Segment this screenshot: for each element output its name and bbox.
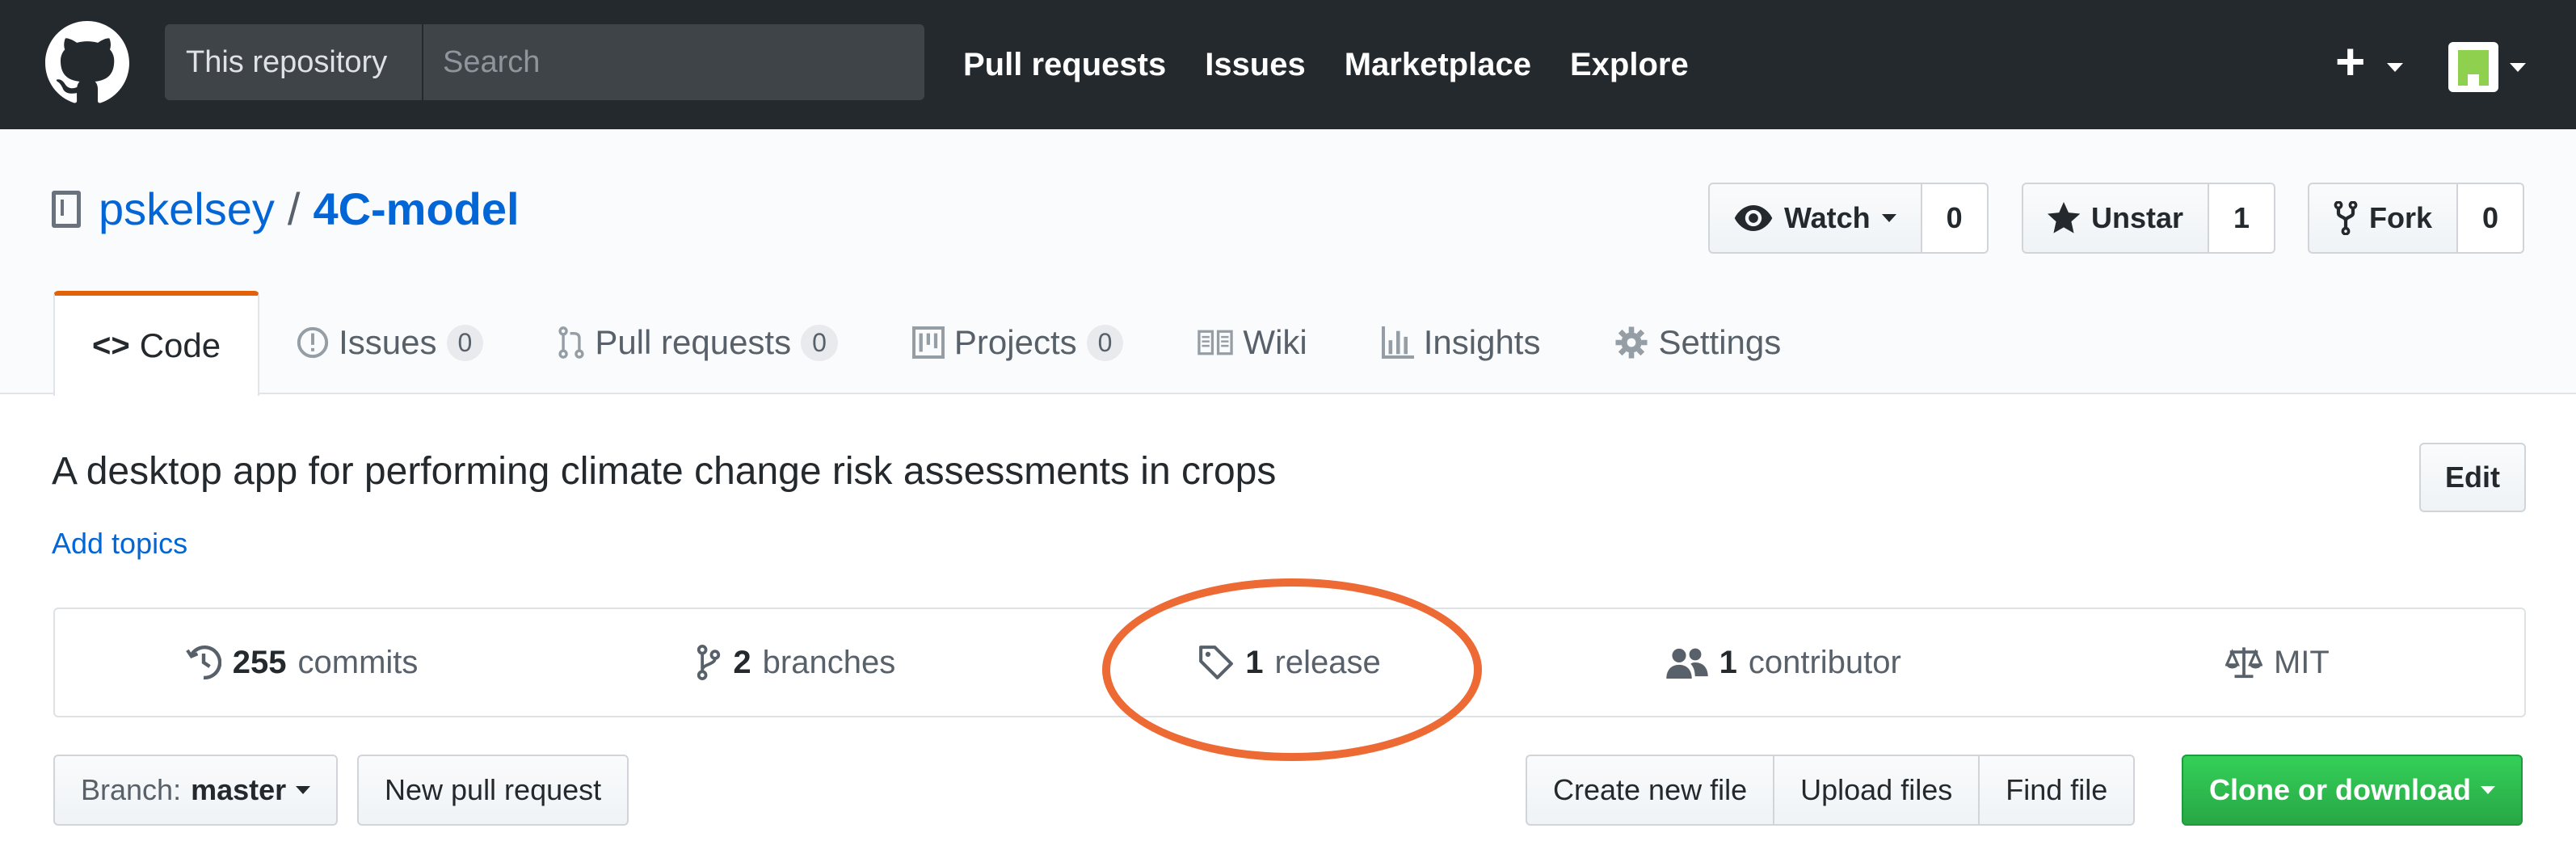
- avatar[interactable]: [2448, 42, 2498, 92]
- contributors-stat[interactable]: 1 contributor: [1537, 609, 2031, 716]
- branch-select-menu: Branch: master: [53, 755, 339, 826]
- tab-code[interactable]: <> Code: [53, 291, 260, 396]
- branches-count: 2: [733, 644, 751, 680]
- license-label: MIT: [2273, 644, 2330, 680]
- new-pull-request-wrap: New pull request: [357, 755, 629, 826]
- contributors-count: 1: [1719, 644, 1737, 680]
- eye-icon: [1734, 205, 1773, 231]
- clone-or-download-button[interactable]: Clone or download: [2182, 755, 2523, 826]
- tab-settings[interactable]: Settings: [1577, 291, 1818, 394]
- branches-stat[interactable]: 2 branches: [549, 609, 1042, 716]
- upload-files-button[interactable]: Upload files: [1774, 755, 1980, 826]
- new-pull-request-button[interactable]: New pull request: [357, 755, 629, 826]
- watch-count[interactable]: 0: [1921, 183, 1989, 254]
- star-count[interactable]: 1: [2209, 183, 2276, 254]
- tab-label: Issues: [339, 323, 437, 361]
- unstar-label: Unstar: [2091, 201, 2184, 234]
- branch-caret-icon: [296, 786, 311, 794]
- nav-explore[interactable]: Explore: [1570, 47, 1689, 83]
- tab-wiki[interactable]: Wiki: [1160, 291, 1344, 394]
- star-icon: [2048, 202, 2080, 233]
- fork-icon: [2334, 201, 2358, 235]
- license-stat[interactable]: MIT: [2031, 609, 2524, 716]
- repo-icon: [52, 190, 81, 228]
- people-icon: [1665, 648, 1708, 679]
- repo-name-link[interactable]: 4C-model: [313, 183, 519, 235]
- global-header: This repository Pull requests Issues Mar…: [0, 0, 2576, 129]
- unstar-button[interactable]: Unstar: [2022, 183, 2210, 254]
- watch-group: Watch 0: [1708, 183, 1989, 254]
- fork-group: Fork 0: [2308, 183, 2525, 254]
- watch-caret-icon: [1881, 214, 1896, 222]
- tab-label: Projects: [953, 323, 1077, 361]
- watch-button[interactable]: Watch: [1708, 183, 1922, 254]
- branches-label: branches: [762, 644, 896, 680]
- code-icon: <>: [92, 327, 130, 364]
- fork-label: Fork: [2369, 201, 2433, 234]
- nav-issues[interactable]: Issues: [1205, 47, 1306, 83]
- commits-label: commits: [297, 644, 419, 680]
- search-input[interactable]: [423, 24, 924, 100]
- clone-wrap: Clone or download: [2182, 755, 2523, 826]
- new-dropdown-caret-icon[interactable]: [2387, 63, 2403, 72]
- nav-pull-requests[interactable]: Pull requests: [963, 47, 1166, 83]
- repo-description: A desktop app for performing climate cha…: [52, 450, 1277, 493]
- branch-select-button[interactable]: Branch: master: [53, 755, 339, 826]
- repo-owner-link[interactable]: pskelsey: [99, 183, 275, 235]
- star-group: Unstar 1: [2022, 183, 2276, 254]
- tab-label: Wiki: [1243, 323, 1307, 361]
- search-box: This repository: [165, 24, 924, 100]
- book-icon: [1198, 330, 1234, 355]
- releases-count: 1: [1245, 644, 1264, 680]
- new-dropdown-plus-icon[interactable]: +: [2335, 36, 2365, 87]
- clone-caret-icon: [2480, 786, 2495, 794]
- history-icon: [185, 645, 221, 680]
- create-new-file-button[interactable]: Create new file: [1526, 755, 1775, 826]
- releases-label: release: [1274, 644, 1381, 680]
- projects-counter: 0: [1086, 324, 1124, 361]
- numbers-summary: 255 commits 2 branches 1 release 1 contr…: [53, 608, 2526, 717]
- tab-label: Settings: [1658, 323, 1782, 361]
- repo-title: pskelsey / 4C-model: [52, 183, 520, 235]
- tab-pull-requests[interactable]: Pull requests 0: [520, 291, 875, 394]
- issue-icon: [297, 326, 329, 359]
- tab-label: Code: [139, 326, 221, 364]
- repo-title-separator: /: [287, 183, 301, 234]
- branch-icon: [697, 645, 721, 680]
- clone-label: Clone or download: [2209, 773, 2471, 806]
- edit-description-button[interactable]: Edit: [2419, 443, 2526, 512]
- tab-insights[interactable]: Insights: [1345, 291, 1578, 394]
- find-file-button[interactable]: Find file: [1980, 755, 2136, 826]
- nav-marketplace[interactable]: Marketplace: [1345, 47, 1531, 83]
- search-scope-label[interactable]: This repository: [165, 24, 423, 100]
- gear-icon: [1615, 326, 1648, 359]
- tab-label: Pull requests: [595, 323, 792, 361]
- commits-count: 255: [232, 644, 287, 680]
- repo-header: pskelsey / 4C-model Watch 0 Unstar 1 For…: [0, 129, 2576, 396]
- add-topics-link[interactable]: Add topics: [52, 527, 187, 561]
- project-icon: [911, 326, 945, 359]
- tag-icon: [1199, 645, 1234, 679]
- tab-projects[interactable]: Projects 0: [875, 291, 1161, 394]
- tab-issues[interactable]: Issues 0: [259, 291, 520, 394]
- releases-stat[interactable]: 1 release: [1042, 609, 1536, 716]
- file-actions-group: Create new file Upload files Find file: [1526, 755, 2136, 826]
- law-icon: [2225, 647, 2262, 679]
- issues-counter: 0: [446, 324, 484, 361]
- repo-tabs: <> Code Issues 0 Pull requests 0 Project…: [53, 291, 1818, 396]
- branch-name: master: [191, 773, 287, 806]
- pull-request-icon: [558, 326, 584, 359]
- contributors-label: contributor: [1748, 644, 1901, 680]
- commits-stat[interactable]: 255 commits: [55, 609, 549, 716]
- user-menu-caret-icon[interactable]: [2510, 63, 2526, 72]
- fork-button[interactable]: Fork: [2308, 183, 2459, 254]
- pull-requests-counter: 0: [801, 324, 838, 361]
- branch-prefix: Branch:: [81, 773, 182, 806]
- graph-icon: [1381, 326, 1414, 359]
- watch-label: Watch: [1784, 201, 1871, 234]
- fork-count[interactable]: 0: [2458, 183, 2525, 254]
- github-logo-icon[interactable]: [45, 21, 129, 105]
- tab-label: Insights: [1423, 323, 1541, 361]
- global-nav: Pull requests Issues Marketplace Explore: [963, 0, 1689, 129]
